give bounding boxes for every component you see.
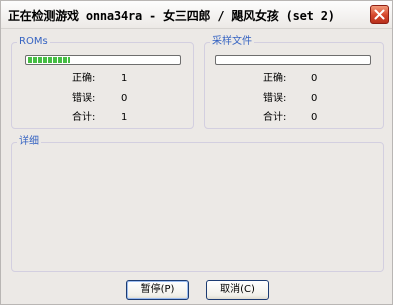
roms-progress-bar — [25, 55, 181, 65]
audit-dialog: 正在检测游戏 onna34ra - 女三四郎 / 飓风女孩 (set 2) RO… — [0, 0, 393, 305]
samples-total-value: 0 — [311, 112, 318, 123]
roms-correct-value: 1 — [121, 73, 128, 84]
roms-error-value: 0 — [121, 93, 128, 104]
cancel-button[interactable]: 取消(C) — [206, 280, 269, 300]
details-group-label: 详细 — [17, 136, 41, 148]
samples-correct-label: 正确: — [263, 73, 287, 84]
samples-error-value: 0 — [311, 93, 318, 104]
roms-total-value: 1 — [121, 112, 128, 123]
close-button[interactable] — [370, 5, 389, 24]
pause-button[interactable]: 暂停(P) — [126, 280, 189, 300]
title-bar[interactable]: 正在检测游戏 onna34ra - 女三四郎 / 飓风女孩 (set 2) — [1, 1, 392, 29]
samples-error-label: 错误: — [263, 93, 287, 104]
samples-total-label: 合计: — [263, 112, 287, 123]
close-icon — [374, 9, 385, 20]
roms-error-label: 错误: — [72, 93, 96, 104]
samples-correct-value: 0 — [311, 73, 318, 84]
samples-group-label: 采样文件 — [210, 36, 254, 48]
roms-correct-label: 正确: — [72, 73, 96, 84]
details-group: 详细 — [11, 136, 384, 272]
roms-group-label: ROMs — [17, 36, 50, 48]
samples-progress-bar — [215, 55, 371, 65]
roms-total-label: 合计: — [72, 112, 96, 123]
roms-progress-fill — [28, 57, 70, 63]
window-title: 正在检测游戏 onna34ra - 女三四郎 / 飓风女孩 (set 2) — [8, 9, 335, 23]
roms-group: ROMs 正确: 1 错误: 0 合计: 1 — [11, 36, 194, 129]
samples-group: 采样文件 正确: 0 错误: 0 合计: 0 — [204, 36, 384, 129]
